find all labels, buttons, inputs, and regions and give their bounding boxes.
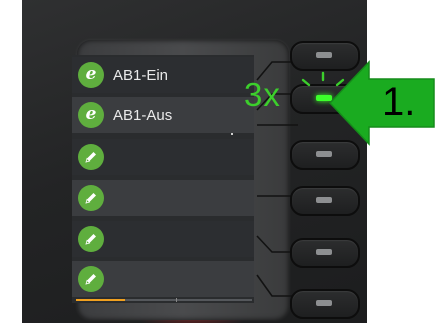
led-flash-rays [301, 71, 345, 87]
press-count-label: 3x [244, 76, 281, 113]
step-label: 1. [382, 80, 416, 124]
